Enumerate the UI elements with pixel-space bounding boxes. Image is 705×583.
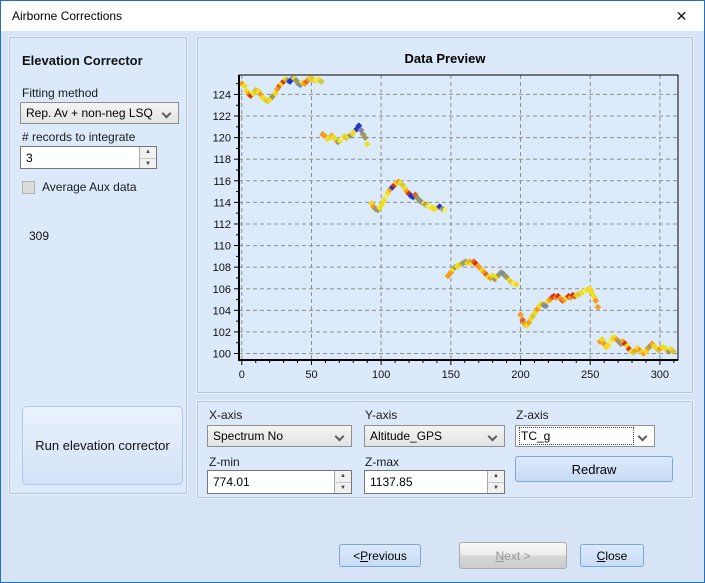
spin-up-icon[interactable]: ▲: [488, 471, 504, 482]
spin-down-icon[interactable]: ▼: [488, 482, 504, 493]
chevron-down-icon: [488, 432, 498, 442]
chart-title: Data Preview: [198, 51, 692, 66]
svg-text:100: 100: [213, 349, 231, 361]
spin-down-icon[interactable]: ▼: [335, 482, 351, 493]
svg-text:122: 122: [213, 111, 231, 123]
run-elevation-corrector-button[interactable]: Run elevation corrector: [22, 406, 183, 485]
previous-button[interactable]: < Previous: [339, 544, 421, 567]
z-axis-value: TC_g: [521, 429, 632, 443]
next-label-mnemonic: N: [495, 549, 504, 563]
y-axis-value: Altitude_GPS: [370, 429, 482, 443]
panel-title-elevation-corrector: Elevation Corrector: [22, 53, 143, 68]
close-label-mnemonic: C: [597, 549, 606, 563]
checkbox-icon[interactable]: [22, 181, 35, 194]
window-title: Airborne Corrections: [12, 1, 122, 31]
previous-label-mnemonic: P: [360, 549, 368, 563]
records-to-integrate-stepper[interactable]: 3 ▲ ▼: [20, 146, 157, 169]
axis-controls-panel: X-axis Y-axis Z-axis Spectrum No Altitud…: [197, 401, 693, 498]
svg-text:50: 50: [305, 369, 317, 381]
z-min-value: 774.01: [213, 475, 250, 489]
record-count: 309: [29, 229, 49, 243]
spin-up-icon[interactable]: ▲: [140, 147, 156, 158]
close-button[interactable]: Close: [580, 544, 644, 567]
average-aux-data-checkbox[interactable]: Average Aux data: [22, 180, 137, 194]
data-preview-panel: Data Preview 0 50 100 150 200 250 300 100 102 104…: [197, 37, 693, 393]
dialog-client-area: Elevation Corrector Fitting method Rep. …: [1, 31, 704, 582]
z-max-stepper[interactable]: 1137.85 ▲ ▼: [364, 470, 505, 494]
average-aux-data-label: Average Aux data: [42, 180, 137, 194]
svg-text:250: 250: [581, 369, 599, 381]
previous-label-post: revious: [368, 549, 407, 563]
chevron-down-icon: [638, 432, 648, 442]
fitting-method-label: Fitting method: [22, 86, 98, 100]
svg-text:104: 104: [213, 305, 231, 317]
x-axis-value: Spectrum No: [213, 429, 329, 443]
y-axis-select[interactable]: Altitude_GPS: [364, 425, 505, 447]
fitting-method-value: Rep. Av + non-neg LSQ: [26, 106, 156, 120]
chevron-down-icon: [335, 432, 345, 442]
spinner-buttons: ▲ ▼: [334, 471, 351, 493]
next-button: Next >: [459, 542, 567, 569]
dialog-airborne-corrections: Airborne Corrections ✕ Elevation Correct…: [0, 0, 705, 583]
svg-text:112: 112: [213, 219, 231, 231]
svg-text:116: 116: [213, 176, 231, 188]
previous-label-pre: <: [353, 549, 360, 563]
records-to-integrate-value: 3: [26, 151, 33, 165]
svg-text:114: 114: [213, 197, 231, 209]
svg-text:102: 102: [213, 327, 231, 339]
svg-text:150: 150: [442, 369, 460, 381]
x-axis-label: X-axis: [209, 408, 242, 422]
svg-text:0: 0: [239, 369, 245, 381]
next-label-post: ext >: [504, 549, 530, 563]
redraw-button[interactable]: Redraw: [515, 456, 673, 482]
svg-text:120: 120: [213, 133, 231, 145]
z-axis-select[interactable]: TC_g: [515, 425, 655, 447]
z-max-label: Z-max: [365, 455, 399, 469]
svg-text:110: 110: [213, 241, 231, 253]
svg-text:300: 300: [651, 369, 669, 381]
spin-up-icon[interactable]: ▲: [335, 471, 351, 482]
z-max-value: 1137.85: [370, 475, 413, 489]
svg-text:124: 124: [213, 89, 231, 101]
data-preview-chart: 0 50 100 150 200 250 300 100 102 104 106 108 110 112 1…: [202, 68, 690, 388]
svg-text:100: 100: [372, 369, 390, 381]
z-axis-label: Z-axis: [516, 408, 549, 422]
svg-text:108: 108: [213, 262, 231, 274]
spinner-buttons: ▲ ▼: [487, 471, 504, 493]
close-icon[interactable]: ✕: [659, 1, 704, 31]
close-label-post: lose: [605, 549, 627, 563]
svg-text:200: 200: [511, 369, 529, 381]
x-axis-select[interactable]: Spectrum No: [207, 425, 352, 447]
z-min-label: Z-min: [209, 455, 240, 469]
svg-text:106: 106: [213, 284, 231, 296]
spinner-buttons: ▲ ▼: [139, 147, 156, 168]
svg-text:118: 118: [213, 154, 231, 166]
z-min-stepper[interactable]: 774.01 ▲ ▼: [207, 470, 352, 494]
spin-down-icon[interactable]: ▼: [140, 158, 156, 169]
elevation-corrector-panel: Elevation Corrector Fitting method Rep. …: [9, 37, 187, 494]
records-to-integrate-label: # records to integrate: [22, 130, 135, 144]
fitting-method-select[interactable]: Rep. Av + non-neg LSQ: [20, 102, 179, 124]
y-axis-label: Y-axis: [365, 408, 397, 422]
chevron-down-icon: [162, 109, 172, 119]
titlebar: Airborne Corrections ✕: [1, 1, 704, 31]
